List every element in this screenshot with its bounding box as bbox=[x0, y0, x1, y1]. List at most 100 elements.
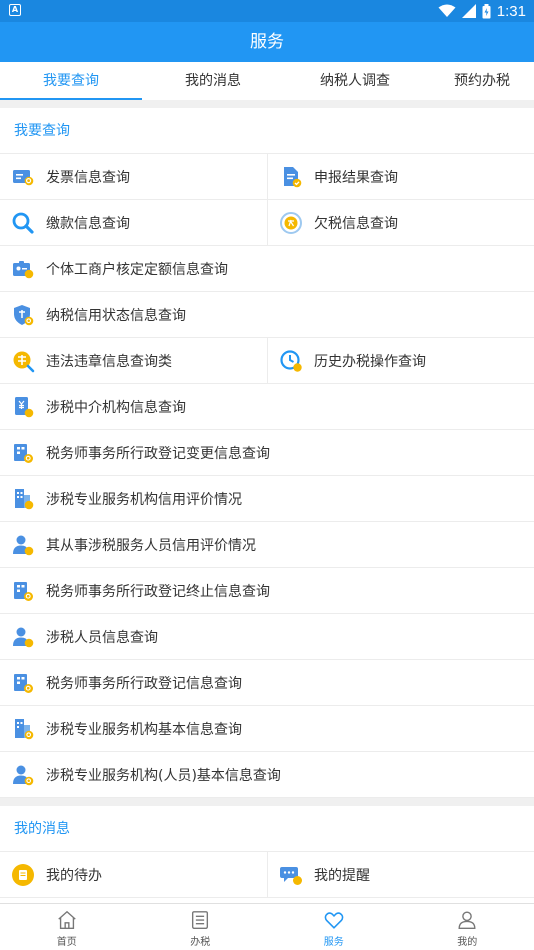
invoice-icon bbox=[11, 165, 35, 189]
person-badge-icon bbox=[11, 625, 35, 649]
office-registration-query-item[interactable]: 税务师事务所行政登记信息查询 bbox=[0, 660, 534, 705]
nav-label: 服务 bbox=[323, 937, 344, 948]
signal-icon bbox=[461, 4, 476, 18]
search-icon bbox=[11, 211, 35, 235]
building-icon bbox=[11, 487, 35, 511]
query-row: 其从事涉税服务人员信用评价情况 bbox=[0, 522, 534, 568]
history-clock-icon bbox=[279, 349, 303, 373]
agency-doc-icon bbox=[11, 395, 35, 419]
violation-query-item[interactable]: 违法违章信息查询类 bbox=[0, 338, 267, 383]
nav-label: 首页 bbox=[56, 937, 77, 948]
business-id-icon bbox=[11, 257, 35, 281]
nav-mine[interactable]: 我的 bbox=[401, 904, 534, 950]
section-title-messages: 我的消息 bbox=[0, 806, 534, 852]
query-row: 涉税专业服务机构(人员)基本信息查询 bbox=[0, 752, 534, 798]
query-row: 税务师事务所行政登记变更信息查询 bbox=[0, 430, 534, 476]
office-search-icon bbox=[11, 579, 35, 603]
query-row: 涉税中介机构信息查询 bbox=[0, 384, 534, 430]
message-row: 我的待办 我的提醒 bbox=[0, 852, 534, 898]
query-row: 违法违章信息查询类 历史办税操作查询 bbox=[0, 338, 534, 384]
app-title: 服务 bbox=[0, 22, 534, 62]
query-row: 税务师事务所行政登记终止信息查询 bbox=[0, 568, 534, 614]
owed-tax-query-item[interactable]: 欠税信息查询 bbox=[267, 200, 534, 245]
nav-tax[interactable]: 办税 bbox=[134, 904, 268, 950]
nav-home[interactable]: 首页 bbox=[0, 904, 134, 950]
item-label: 我的待办 bbox=[46, 867, 102, 884]
office-search-icon bbox=[11, 671, 35, 695]
office-search-icon bbox=[11, 441, 35, 465]
query-row: 纳税信用状态信息查询 bbox=[0, 292, 534, 338]
section-gap bbox=[0, 100, 534, 108]
item-label: 涉税人员信息查询 bbox=[46, 629, 158, 646]
tab-appointment[interactable]: 预约办税 bbox=[426, 62, 534, 100]
query-row: 涉税人员信息查询 bbox=[0, 614, 534, 660]
item-label: 税务师事务所行政登记变更信息查询 bbox=[46, 445, 270, 462]
item-label: 涉税专业服务机构(人员)基本信息查询 bbox=[46, 767, 281, 784]
payment-query-item[interactable]: 缴款信息查询 bbox=[0, 200, 267, 245]
heart-icon bbox=[324, 912, 344, 929]
office-termination-query-item[interactable]: 税务师事务所行政登记终止信息查询 bbox=[0, 568, 534, 613]
item-label: 税务师事务所行政登记信息查询 bbox=[46, 675, 242, 692]
agency-query-item[interactable]: 涉税中介机构信息查询 bbox=[0, 384, 534, 429]
item-label: 违法违章信息查询类 bbox=[46, 353, 172, 370]
user-icon bbox=[458, 911, 476, 929]
list-icon bbox=[192, 911, 209, 929]
item-label: 税务师事务所行政登记终止信息查询 bbox=[46, 583, 270, 600]
tab-bar: 我要查询 我的消息 纳税人调查 预约办税 bbox=[0, 62, 534, 100]
item-label: 涉税专业服务机构基本信息查询 bbox=[46, 721, 242, 738]
nav-label: 我的 bbox=[457, 937, 478, 948]
office-change-query-item[interactable]: 税务师事务所行政登记变更信息查询 bbox=[0, 430, 534, 475]
tab-query[interactable]: 我要查询 bbox=[0, 62, 142, 100]
todo-icon bbox=[11, 863, 35, 887]
credit-status-query-item[interactable]: 纳税信用状态信息查询 bbox=[0, 292, 534, 337]
item-label: 历史办税操作查询 bbox=[314, 353, 426, 370]
tab-messages[interactable]: 我的消息 bbox=[142, 62, 284, 100]
tax-staff-query-item[interactable]: 涉税人员信息查询 bbox=[0, 614, 534, 659]
business-quota-query-item[interactable]: 个体工商户核定定额信息查询 bbox=[0, 246, 534, 291]
home-icon bbox=[58, 910, 76, 929]
clock-time: 1:31 bbox=[496, 2, 526, 20]
wifi-icon bbox=[438, 4, 456, 17]
agency-credit-rating-item[interactable]: 涉税专业服务机构信用评价情况 bbox=[0, 476, 534, 521]
item-label: 其从事涉税服务人员信用评价情况 bbox=[46, 537, 256, 554]
reminder-chat-icon bbox=[279, 863, 303, 887]
item-label: 纳税信用状态信息查询 bbox=[46, 307, 186, 324]
query-row: 税务师事务所行政登记信息查询 bbox=[0, 660, 534, 706]
violation-icon bbox=[11, 349, 35, 373]
bottom-navigation: 首页 办税 服务 我的 bbox=[0, 903, 534, 950]
person-badge-icon bbox=[11, 533, 35, 557]
declare-result-item[interactable]: 申报结果查询 bbox=[267, 154, 534, 199]
my-todo-item[interactable]: 我的待办 bbox=[0, 852, 267, 897]
staff-credit-rating-item[interactable]: 其从事涉税服务人员信用评价情况 bbox=[0, 522, 534, 567]
query-row: 个体工商户核定定额信息查询 bbox=[0, 246, 534, 292]
a-letter-icon: A bbox=[9, 4, 21, 16]
query-row: 涉税专业服务机构基本信息查询 bbox=[0, 706, 534, 752]
building-search-icon bbox=[11, 717, 35, 741]
my-reminder-item[interactable]: 我的提醒 bbox=[267, 852, 534, 897]
item-label: 我的提醒 bbox=[314, 867, 370, 884]
agency-basic-info-item[interactable]: 涉税专业服务机构基本信息查询 bbox=[0, 706, 534, 751]
invoice-query-item[interactable]: 发票信息查询 bbox=[0, 154, 267, 199]
item-label: 缴款信息查询 bbox=[46, 215, 130, 232]
item-label: 申报结果查询 bbox=[314, 169, 398, 186]
nav-service[interactable]: 服务 bbox=[267, 904, 401, 950]
query-row: 涉税专业服务机构信用评价情况 bbox=[0, 476, 534, 522]
declare-result-icon bbox=[279, 165, 303, 189]
item-label: 发票信息查询 bbox=[46, 169, 130, 186]
agency-staff-basic-info-item[interactable]: 涉税专业服务机构(人员)基本信息查询 bbox=[0, 752, 534, 797]
owed-tax-icon bbox=[279, 211, 303, 235]
item-label: 个体工商户核定定额信息查询 bbox=[46, 261, 228, 278]
credit-shield-icon bbox=[11, 303, 35, 327]
section-gap bbox=[0, 798, 534, 806]
history-query-item[interactable]: 历史办税操作查询 bbox=[267, 338, 534, 383]
person-search-icon bbox=[11, 763, 35, 787]
item-label: 涉税专业服务机构信用评价情况 bbox=[46, 491, 242, 508]
query-row: 发票信息查询 申报结果查询 bbox=[0, 154, 534, 200]
query-row: 缴款信息查询 欠税信息查询 bbox=[0, 200, 534, 246]
battery-icon bbox=[482, 3, 491, 18]
tab-taxpayer-survey[interactable]: 纳税人调查 bbox=[284, 62, 426, 100]
section-title-query: 我要查询 bbox=[0, 108, 534, 154]
nav-label: 办税 bbox=[190, 937, 211, 948]
status-bar: A 1:31 bbox=[0, 0, 534, 22]
item-label: 欠税信息查询 bbox=[314, 215, 398, 232]
